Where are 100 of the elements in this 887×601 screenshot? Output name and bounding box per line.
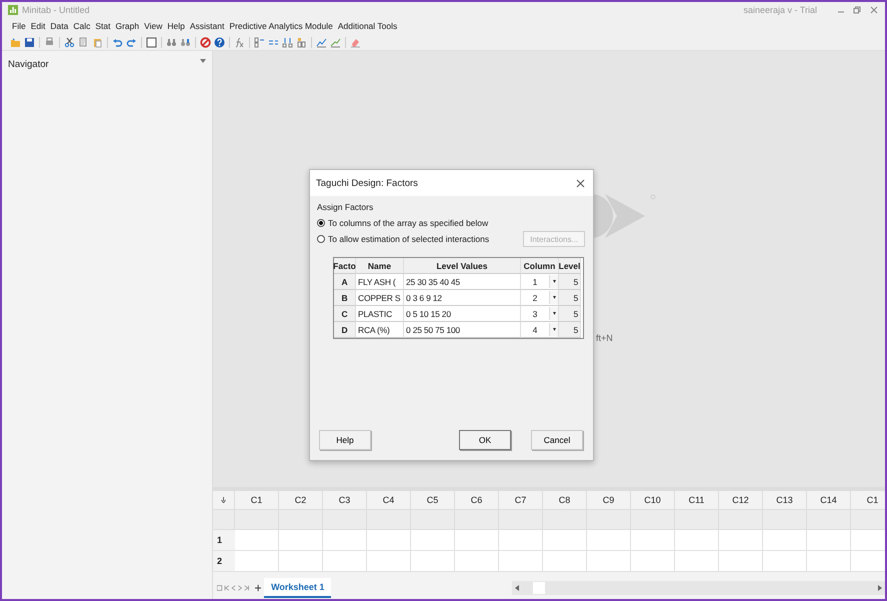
menu-item[interactable]: File <box>12 21 26 31</box>
grid-cell[interactable] <box>455 551 499 572</box>
column-icon[interactable] <box>254 36 265 48</box>
grid-cell[interactable] <box>807 530 851 551</box>
dropdown-button[interactable] <box>549 275 558 288</box>
dropdown-button[interactable] <box>549 323 558 336</box>
table-cell[interactable]: 0 25 50 75 100 <box>404 322 521 338</box>
table-cell[interactable]: COPPER S <box>356 290 404 306</box>
arrow-down-icon[interactable] <box>221 497 226 503</box>
grid-cell[interactable] <box>543 530 587 551</box>
eraser-icon[interactable] <box>350 36 361 48</box>
grid-cell[interactable] <box>851 551 885 572</box>
column-header[interactable]: C9 <box>587 491 631 510</box>
menu-item[interactable]: Predictive Analytics Module <box>229 21 333 31</box>
save-icon[interactable] <box>24 36 35 48</box>
chart-icon[interactable] <box>330 36 341 48</box>
column-name-cell[interactable] <box>235 510 279 530</box>
column-header[interactable]: C6 <box>455 491 499 510</box>
column-icon[interactable] <box>296 36 307 48</box>
column-header[interactable]: C5 <box>411 491 455 510</box>
menu-item[interactable]: View <box>144 21 162 31</box>
column-name-cell[interactable] <box>587 510 631 530</box>
restore-icon[interactable] <box>851 6 863 14</box>
scrollbar-thumb[interactable] <box>533 582 546 594</box>
table-cell[interactable]: 0 3 6 9 12 <box>404 290 521 306</box>
grid-cell[interactable] <box>367 551 411 572</box>
grid-cell[interactable] <box>631 551 675 572</box>
column-name-cell[interactable] <box>323 510 367 530</box>
grid-cell[interactable] <box>235 530 279 551</box>
cancel-icon[interactable] <box>200 36 211 48</box>
grid-cell[interactable] <box>411 551 455 572</box>
chart-icon[interactable] <box>316 36 327 48</box>
column-header[interactable]: C13 <box>763 491 807 510</box>
table-cell[interactable]: 0 5 10 15 20 <box>404 306 521 322</box>
grid-cell[interactable] <box>851 530 885 551</box>
grid-cell[interactable] <box>587 530 631 551</box>
scissors-icon[interactable] <box>64 36 75 48</box>
column-name-cell[interactable] <box>543 510 587 530</box>
menu-item[interactable]: Stat <box>95 21 110 31</box>
worksheet-tab[interactable]: Worksheet 1 <box>264 578 332 598</box>
grid-cell[interactable] <box>235 551 279 572</box>
menu-item[interactable]: Assistant <box>190 21 224 31</box>
add-sheet-icon[interactable] <box>254 584 262 592</box>
function-icon[interactable] <box>234 36 245 48</box>
grid-cell[interactable] <box>323 551 367 572</box>
column-name-cell[interactable] <box>411 510 455 530</box>
column-header[interactable]: C7 <box>499 491 543 510</box>
table-cell[interactable]: RCA (%) <box>356 322 404 338</box>
grid-cell[interactable] <box>279 551 323 572</box>
menu-item[interactable]: Graph <box>115 21 140 31</box>
column-name-cell[interactable] <box>851 510 885 530</box>
dropdown-button[interactable] <box>549 291 558 304</box>
column-header[interactable]: C10 <box>631 491 675 510</box>
grid-cell[interactable] <box>411 530 455 551</box>
column-header[interactable]: C3 <box>323 491 367 510</box>
column-name-cell[interactable] <box>807 510 851 530</box>
column-header[interactable]: C8 <box>543 491 587 510</box>
grid-cell[interactable] <box>719 551 763 572</box>
redo-icon[interactable] <box>126 36 137 48</box>
grid-cell[interactable] <box>213 510 235 530</box>
dialog-button[interactable]: OK <box>459 430 511 450</box>
binoculars-icon[interactable] <box>180 36 191 48</box>
column-name-cell[interactable] <box>367 510 411 530</box>
menu-item[interactable]: Edit <box>30 21 46 31</box>
column-name-cell[interactable] <box>499 510 543 530</box>
column-header[interactable]: C1 <box>235 491 279 510</box>
grid-cell[interactable] <box>763 551 807 572</box>
grid-cell[interactable] <box>763 530 807 551</box>
grid-cell[interactable] <box>455 530 499 551</box>
menu-item[interactable]: Additional Tools <box>338 21 398 31</box>
column-icon[interactable] <box>282 36 293 48</box>
grid-cell[interactable] <box>675 530 719 551</box>
grid-cell[interactable] <box>499 530 543 551</box>
grid-cell[interactable] <box>543 551 587 572</box>
column-name-cell[interactable] <box>455 510 499 530</box>
dropdown-button[interactable] <box>549 307 558 320</box>
column-name-cell[interactable] <box>719 510 763 530</box>
window-icon[interactable] <box>146 36 157 48</box>
help-icon[interactable] <box>214 36 225 48</box>
column-header[interactable]: C4 <box>367 491 411 510</box>
column-name-cell[interactable] <box>631 510 675 530</box>
paste-icon[interactable] <box>92 36 103 48</box>
dialog-button[interactable]: Help <box>319 430 371 450</box>
column-name-cell[interactable] <box>279 510 323 530</box>
scroll-right-icon[interactable] <box>878 585 882 591</box>
column-header[interactable]: C12 <box>719 491 763 510</box>
table-cell[interactable]: FLY ASH ( <box>356 274 404 290</box>
undo-icon[interactable] <box>112 36 123 48</box>
column-header[interactable]: C11 <box>675 491 719 510</box>
radio-option[interactable]: To allow estimation of selected interactions <box>317 234 490 244</box>
grid-cell[interactable] <box>323 530 367 551</box>
menu-item[interactable]: Data <box>50 21 68 31</box>
scroll-left-icon[interactable] <box>515 585 520 591</box>
menu-item[interactable]: Calc <box>73 21 90 31</box>
binoculars-icon[interactable] <box>166 36 177 48</box>
grid-cell[interactable] <box>675 551 719 572</box>
radio-option[interactable]: To columns of the array as specified below <box>317 218 488 228</box>
grid-cell[interactable] <box>719 530 763 551</box>
dialog-button[interactable]: Cancel <box>531 430 583 450</box>
column-name-cell[interactable] <box>675 510 719 530</box>
